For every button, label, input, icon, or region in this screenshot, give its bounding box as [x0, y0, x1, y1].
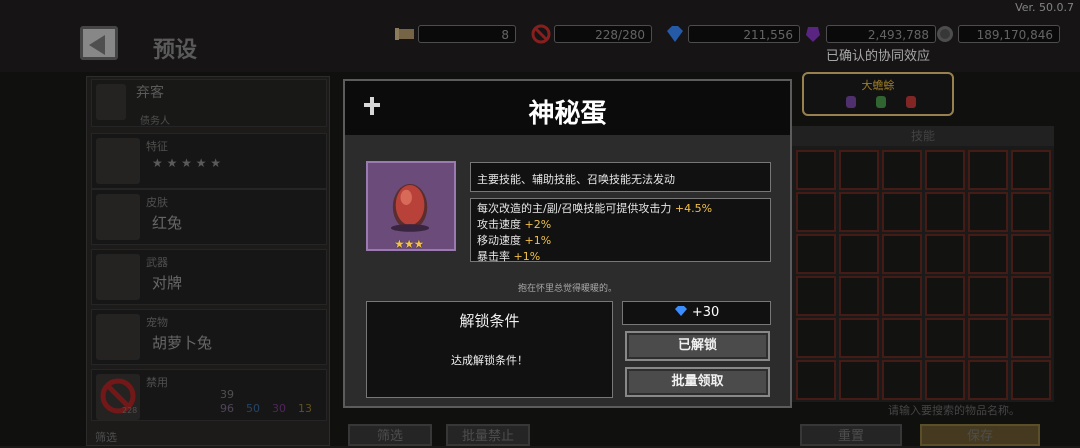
- item-flavor-text: 抱在怀里总觉得暖暖的。: [517, 284, 617, 294]
- unlock-title: 解锁条件: [459, 312, 520, 330]
- dialog-header: 神秘蛋: [345, 81, 790, 135]
- item-rarity-stars: ★★★: [394, 237, 424, 251]
- item-main-effect: 主要技能、辅助技能、召唤技能无法发动: [470, 162, 771, 192]
- gem-reward: +30: [622, 301, 771, 325]
- stat-line: 每次改造的主/副/召唤技能可提供攻击力 +4.5%: [477, 202, 713, 215]
- unlock-text: 达成解锁条件！: [451, 354, 528, 367]
- stat-line: 攻击速度 +2%: [477, 218, 552, 231]
- item-portrait: ★★★: [366, 161, 456, 251]
- item-detail-dialog: 神秘蛋 ★★★ 主要技能、辅助技能、召唤技能无法发动 每次改造的主/副/召唤技能…: [343, 79, 792, 408]
- gem-icon: [674, 306, 687, 316]
- unlocked-button[interactable]: 已解锁: [625, 331, 770, 361]
- gem-reward-value: +30: [691, 305, 720, 320]
- stat-line: 暴击率 +1%: [477, 250, 541, 263]
- stat-line: 移动速度 +1%: [477, 234, 552, 247]
- batch-claim-button[interactable]: 批量领取: [625, 367, 770, 397]
- dialog-title: 神秘蛋: [528, 99, 607, 129]
- unlock-condition-box: 解锁条件 达成解锁条件！: [366, 301, 613, 398]
- item-stat-list: 每次改造的主/副/召唤技能可提供攻击力 +4.5% 攻击速度 +2% 移动速度 …: [470, 198, 771, 263]
